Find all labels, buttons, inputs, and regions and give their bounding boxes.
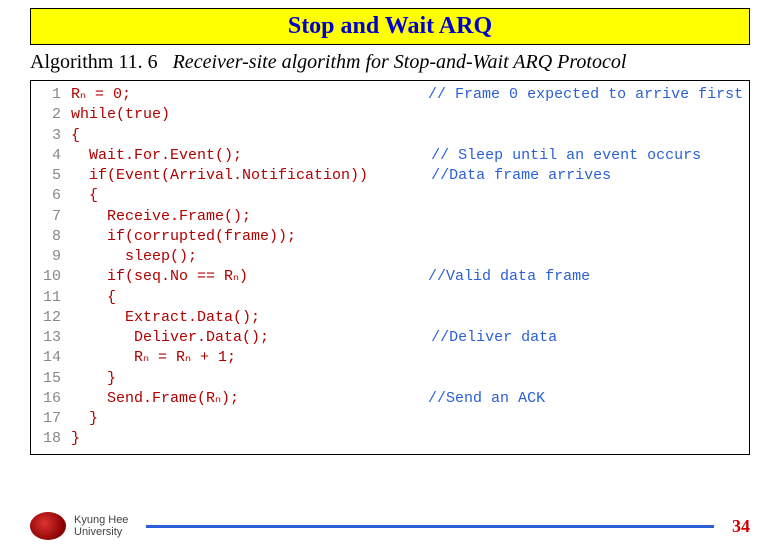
code-text: Deliver.Data(); <box>71 329 431 346</box>
code-text: while(true) <box>71 106 170 123</box>
code-text: { <box>71 187 98 204</box>
code-comment: //Valid data frame <box>428 268 590 285</box>
university-name-line2: University <box>74 526 128 538</box>
code-text: if(Event(Arrival.Notification)) <box>71 167 431 184</box>
code-text: { <box>71 127 80 144</box>
code-content: { <box>71 126 743 146</box>
line-number: 13 <box>37 328 71 348</box>
code-content: Wait.For.Event(); // Sleep until an even… <box>71 146 743 166</box>
code-text: } <box>71 430 80 447</box>
code-content: } <box>71 369 743 389</box>
code-comment: //Deliver data <box>431 329 557 346</box>
line-number: 16 <box>37 389 71 409</box>
footer-divider <box>146 525 714 528</box>
line-number: 7 <box>37 207 71 227</box>
code-line: 9 sleep(); <box>37 247 743 267</box>
line-number: 3 <box>37 126 71 146</box>
code-text: { <box>71 289 116 306</box>
code-line: 1Rₙ = 0; // Frame 0 expected to arrive f… <box>37 85 743 105</box>
code-content: Deliver.Data(); //Deliver data <box>71 328 743 348</box>
line-number: 4 <box>37 146 71 166</box>
line-number: 10 <box>37 267 71 287</box>
code-comment: // Frame 0 expected to arrive first <box>428 86 743 103</box>
code-line: 11 { <box>37 288 743 308</box>
code-comment: //Data frame arrives <box>431 167 611 184</box>
code-text: Receive.Frame(); <box>71 208 251 225</box>
code-listing: 1Rₙ = 0; // Frame 0 expected to arrive f… <box>30 80 750 455</box>
line-number: 15 <box>37 369 71 389</box>
code-content: while(true) <box>71 105 743 125</box>
code-content: } <box>71 409 743 429</box>
code-text: } <box>71 410 98 427</box>
algorithm-description: Receiver-site algorithm for Stop-and-Wai… <box>173 51 627 73</box>
code-line: 14 Rₙ = Rₙ + 1; <box>37 348 743 368</box>
slide-footer: Kyung Hee University 34 <box>0 512 780 540</box>
code-content: Rₙ = 0; // Frame 0 expected to arrive fi… <box>71 85 743 105</box>
code-content: if(seq.No == Rₙ) //Valid data frame <box>71 267 743 287</box>
algorithm-caption: Algorithm 11. 6 Receiver-site algorithm … <box>30 51 750 74</box>
code-content: if(Event(Arrival.Notification)) //Data f… <box>71 166 743 186</box>
code-line: 5 if(Event(Arrival.Notification)) //Data… <box>37 166 743 186</box>
code-text: if(seq.No == Rₙ) <box>71 268 428 285</box>
code-comment: //Send an ACK <box>428 390 545 407</box>
line-number: 11 <box>37 288 71 308</box>
code-line: 15 } <box>37 369 743 389</box>
code-text: } <box>71 370 116 387</box>
university-name-line1: Kyung Hee <box>74 514 128 526</box>
code-line: 16 Send.Frame(Rₙ); //Send an ACK <box>37 389 743 409</box>
code-line: 3{ <box>37 126 743 146</box>
code-line: 2while(true) <box>37 105 743 125</box>
code-line: 4 Wait.For.Event(); // Sleep until an ev… <box>37 146 743 166</box>
code-content: Rₙ = Rₙ + 1; <box>71 348 743 368</box>
code-text: sleep(); <box>71 248 197 265</box>
code-line: 8 if(corrupted(frame)); <box>37 227 743 247</box>
line-number: 14 <box>37 348 71 368</box>
code-line: 17 } <box>37 409 743 429</box>
university-name: Kyung Hee University <box>74 514 128 538</box>
code-line: 13 Deliver.Data(); //Deliver data <box>37 328 743 348</box>
line-number: 9 <box>37 247 71 267</box>
code-line: 6 { <box>37 186 743 206</box>
code-content: sleep(); <box>71 247 743 267</box>
line-number: 17 <box>37 409 71 429</box>
code-content: Receive.Frame(); <box>71 207 743 227</box>
code-line: 7 Receive.Frame(); <box>37 207 743 227</box>
line-number: 1 <box>37 85 71 105</box>
line-number: 18 <box>37 429 71 449</box>
code-comment: // Sleep until an event occurs <box>431 147 701 164</box>
code-text: Send.Frame(Rₙ); <box>71 390 428 407</box>
algorithm-number: Algorithm 11. 6 <box>30 51 158 73</box>
code-line: 10 if(seq.No == Rₙ) //Valid data frame <box>37 267 743 287</box>
code-content: { <box>71 288 743 308</box>
code-content: if(corrupted(frame)); <box>71 227 743 247</box>
slide-title-bar: Stop and Wait ARQ <box>30 8 750 45</box>
code-text: Rₙ = Rₙ + 1; <box>71 349 236 366</box>
code-text: Wait.For.Event(); <box>71 147 431 164</box>
page-number: 34 <box>732 516 750 537</box>
code-line: 12 Extract.Data(); <box>37 308 743 328</box>
code-content: Send.Frame(Rₙ); //Send an ACK <box>71 389 743 409</box>
line-number: 2 <box>37 105 71 125</box>
code-text: if(corrupted(frame)); <box>71 228 296 245</box>
line-number: 5 <box>37 166 71 186</box>
slide-title: Stop and Wait ARQ <box>288 13 492 39</box>
line-number: 8 <box>37 227 71 247</box>
code-content: { <box>71 186 743 206</box>
code-text: Rₙ = 0; <box>71 86 428 103</box>
line-number: 12 <box>37 308 71 328</box>
code-content: Extract.Data(); <box>71 308 743 328</box>
code-text: Extract.Data(); <box>71 309 260 326</box>
code-line: 18} <box>37 429 743 449</box>
code-content: } <box>71 429 743 449</box>
line-number: 6 <box>37 186 71 206</box>
university-logo-icon <box>30 512 66 540</box>
